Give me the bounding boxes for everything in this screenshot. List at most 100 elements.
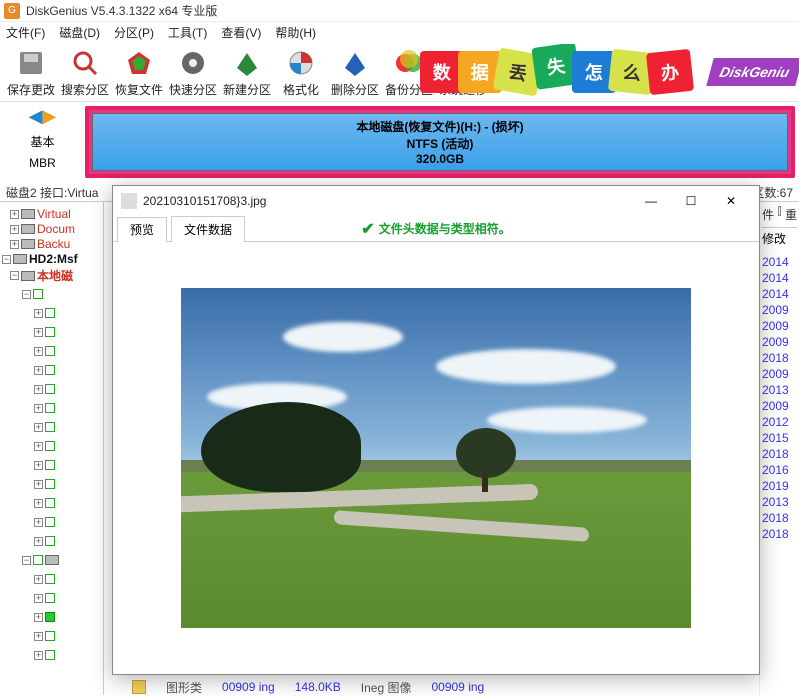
list-item[interactable]: 2014 — [762, 255, 797, 269]
checkbox-icon[interactable] — [45, 308, 55, 318]
tree-item-hd2[interactable]: HD2:Msf — [29, 252, 78, 266]
disk-bar[interactable]: 本地磁盘(恢复文件)(H:) - (损坏) NTFS (活动) 320.0GB — [85, 106, 795, 178]
checkbox-icon[interactable] — [45, 498, 55, 508]
status-left: 磁盘2 接口:Virtua — [6, 184, 98, 199]
checkbox-checked-icon[interactable] — [45, 612, 55, 622]
preview-tabs: 预览 文件数据 ✔文件头数据与类型相符。 — [113, 216, 759, 242]
next-arrow-icon[interactable]: ▶ — [43, 106, 57, 127]
checkbox-icon[interactable] — [45, 479, 55, 489]
list-item[interactable]: 2018 — [762, 527, 797, 541]
bottom-row: 图形类 00909 ing 148.0KB Ineg 图像 00909 ing — [112, 679, 759, 695]
disk-nav: ◀▶ 基本 MBR — [0, 102, 85, 182]
disk-icon — [21, 224, 35, 234]
list-item[interactable]: 2018 — [762, 447, 797, 461]
save-button[interactable]: 保存更改 — [4, 46, 58, 99]
search-partition-button[interactable]: 搜索分区 — [58, 46, 112, 99]
checkbox-icon[interactable] — [45, 441, 55, 451]
checkbox-icon[interactable] — [45, 631, 55, 641]
new-partition-button[interactable]: 新建分区 — [220, 46, 274, 99]
format-button[interactable]: 格式化 — [274, 46, 328, 99]
list-item[interactable]: 2013 — [762, 495, 797, 509]
right-column: 件 重 修改 201420142014200920092009201820092… — [759, 202, 799, 695]
disk-icon — [21, 209, 35, 219]
header-match-message: ✔文件头数据与类型相符。 — [361, 219, 510, 239]
prev-arrow-icon[interactable]: ◀ — [29, 106, 43, 127]
menu-tool[interactable]: 工具(T) — [168, 24, 207, 42]
list-item[interactable]: 2009 — [762, 399, 797, 413]
recover-file-button[interactable]: 恢复文件 — [112, 46, 166, 99]
check-icon: ✔ — [361, 219, 374, 239]
checkbox-icon[interactable] — [45, 574, 55, 584]
list-item[interactable]: 2014 — [762, 271, 797, 285]
file-size: 148.0KB — [295, 680, 341, 694]
expand-icon[interactable]: + — [10, 210, 19, 219]
list-item[interactable]: 2012 — [762, 415, 797, 429]
checkbox-icon[interactable] — [45, 365, 55, 375]
tree-item[interactable]: Backu — [37, 237, 70, 251]
menu-disk[interactable]: 磁盘(D) — [59, 24, 100, 42]
tree-panel[interactable]: + Virtual + Docum + Backu − HD2:Msf − 本地磁 − +… — [0, 202, 104, 695]
quick-partition-button[interactable]: 快速分区 — [166, 46, 220, 99]
list-item[interactable]: 2014 — [762, 287, 797, 301]
menu-help[interactable]: 帮助(H) — [275, 24, 316, 42]
tab-filedata[interactable]: 文件数据 — [171, 216, 245, 242]
column-modified[interactable]: 修改 — [762, 230, 797, 247]
menu-file[interactable]: 文件(F) — [6, 24, 45, 42]
app-logo-icon: G — [4, 3, 20, 19]
preview-body — [113, 242, 759, 674]
checkbox-icon[interactable] — [45, 346, 55, 356]
tab-preview[interactable]: 预览 — [117, 217, 167, 243]
checkbox-icon[interactable] — [45, 403, 55, 413]
list-item[interactable]: 2009 — [762, 303, 797, 317]
list-item[interactable]: 2018 — [762, 511, 797, 525]
tree-item[interactable]: Docum — [37, 222, 75, 236]
collapse-icon[interactable]: − — [10, 271, 19, 280]
folder-icon — [132, 680, 146, 694]
folder-list: − + + + + + + + + + + + + + − + + + + + — [2, 285, 101, 664]
expand-icon[interactable]: + — [10, 225, 19, 234]
list-item[interactable]: 2016 — [762, 463, 797, 477]
checkbox-icon[interactable] — [45, 593, 55, 603]
tree-item[interactable]: Virtual — [37, 207, 71, 221]
checkbox-icon[interactable] — [45, 650, 55, 660]
file-name[interactable]: 00909 ing — [431, 680, 484, 694]
folder-icon — [45, 555, 59, 565]
checkbox-icon[interactable] — [45, 422, 55, 432]
menu-view[interactable]: 查看(V) — [221, 24, 261, 42]
checkbox-icon[interactable] — [778, 206, 781, 216]
collapse-icon[interactable]: − — [2, 255, 11, 264]
menu-partition[interactable]: 分区(P) — [114, 24, 154, 42]
mbr-label: MBR — [29, 156, 56, 170]
file-icon — [121, 193, 137, 209]
list-item[interactable]: 2009 — [762, 367, 797, 381]
file-name[interactable]: 00909 ing — [222, 680, 275, 694]
list-item[interactable]: 2019 — [762, 479, 797, 493]
list-item[interactable]: 2018 — [762, 351, 797, 365]
checkbox-icon[interactable] — [45, 517, 55, 527]
list-item[interactable]: 2009 — [762, 335, 797, 349]
checkbox-icon[interactable] — [33, 555, 43, 565]
disk-icon — [21, 239, 35, 249]
preview-titlebar[interactable]: 20210310151708}3.jpg — ☐ ✕ — [113, 186, 759, 216]
minimize-button[interactable]: — — [631, 188, 671, 214]
list-item[interactable]: 2013 — [762, 383, 797, 397]
disk-name: 本地磁盘(恢复文件)(H:) - (损坏) — [356, 118, 523, 135]
list-item[interactable]: 2009 — [762, 319, 797, 333]
checkbox-icon[interactable] — [33, 289, 43, 299]
tree-item-local[interactable]: 本地磁 — [37, 267, 73, 284]
checkbox-icon[interactable] — [45, 384, 55, 394]
disk-size: 320.0GB — [416, 152, 464, 166]
expand-icon[interactable]: + — [10, 240, 19, 249]
preview-image — [181, 288, 691, 628]
checkbox-icon[interactable] — [45, 327, 55, 337]
maximize-button[interactable]: ☐ — [671, 188, 711, 214]
basic-label: 基本 — [30, 133, 54, 150]
app-title: DiskGenius V5.4.3.1322 x64 专业版 — [26, 2, 217, 19]
close-button[interactable]: ✕ — [711, 188, 751, 214]
list-item[interactable]: 2015 — [762, 431, 797, 445]
checkbox-icon[interactable] — [45, 460, 55, 470]
preview-window: 20210310151708}3.jpg — ☐ ✕ 预览 文件数据 ✔文件头数… — [112, 185, 760, 675]
toolbar: 保存更改 搜索分区 恢复文件 快速分区 新建分区 格式化 删除分区 备份分区 系… — [0, 44, 799, 102]
delete-partition-button[interactable]: 删除分区 — [328, 46, 382, 99]
checkbox-icon[interactable] — [45, 536, 55, 546]
